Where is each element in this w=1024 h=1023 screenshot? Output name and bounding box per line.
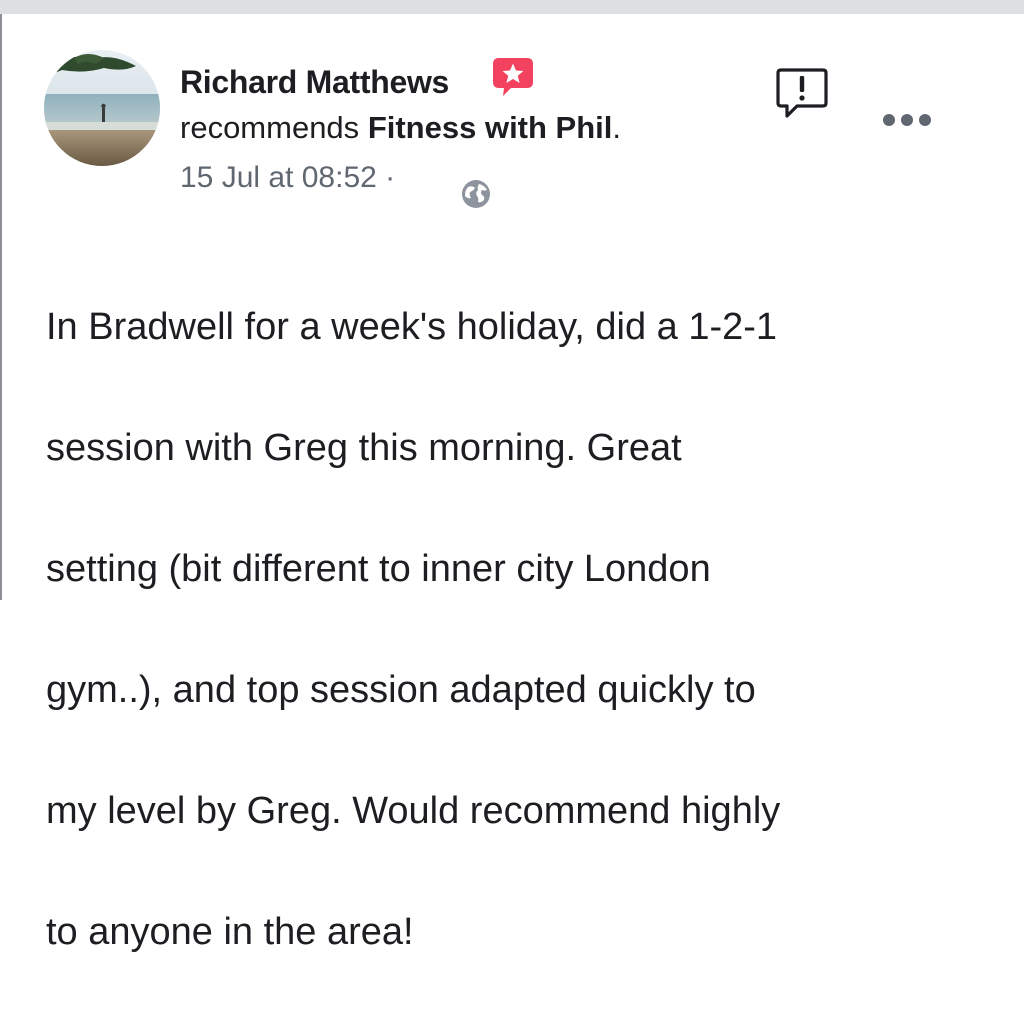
post-body-line: gym..), and top session adapted quickly …: [46, 668, 756, 711]
post-body-line: In Bradwell for a week's holiday, did a …: [46, 305, 778, 348]
author-avatar[interactable]: [44, 50, 160, 166]
post-body-text: In Bradwell for a week's holiday, did a …: [46, 236, 946, 1023]
post-body-line: my level by Greg. Would recommend highly: [46, 789, 781, 832]
post-body-line: session with Greg this morning. Great: [46, 426, 682, 469]
recommendation-line: recommends Fitness with Phil.: [180, 110, 621, 146]
post-timestamp[interactable]: 15 Jul at 08:52: [180, 161, 377, 194]
recommends-verb: recommends: [180, 110, 360, 145]
report-flag-icon[interactable]: [775, 66, 829, 120]
top-divider: [0, 0, 1024, 14]
globe-icon[interactable]: [460, 178, 492, 210]
meta-separator: ·: [385, 161, 396, 194]
sentence-end: .: [612, 110, 622, 145]
post-body-line: setting (bit different to inner city Lon…: [46, 547, 711, 590]
recommendation-star-icon: [493, 58, 533, 96]
recommendation-post: Richard Matthews recommends Fitness with…: [2, 14, 1024, 953]
post-meta: 15 Jul at 08:52 ·: [180, 161, 395, 195]
author-name[interactable]: Richard Matthews: [180, 64, 449, 101]
more-options-icon[interactable]: [878, 100, 936, 140]
page-link[interactable]: Fitness with Phil: [368, 110, 613, 145]
post-body-line: to anyone in the area!: [46, 910, 414, 953]
